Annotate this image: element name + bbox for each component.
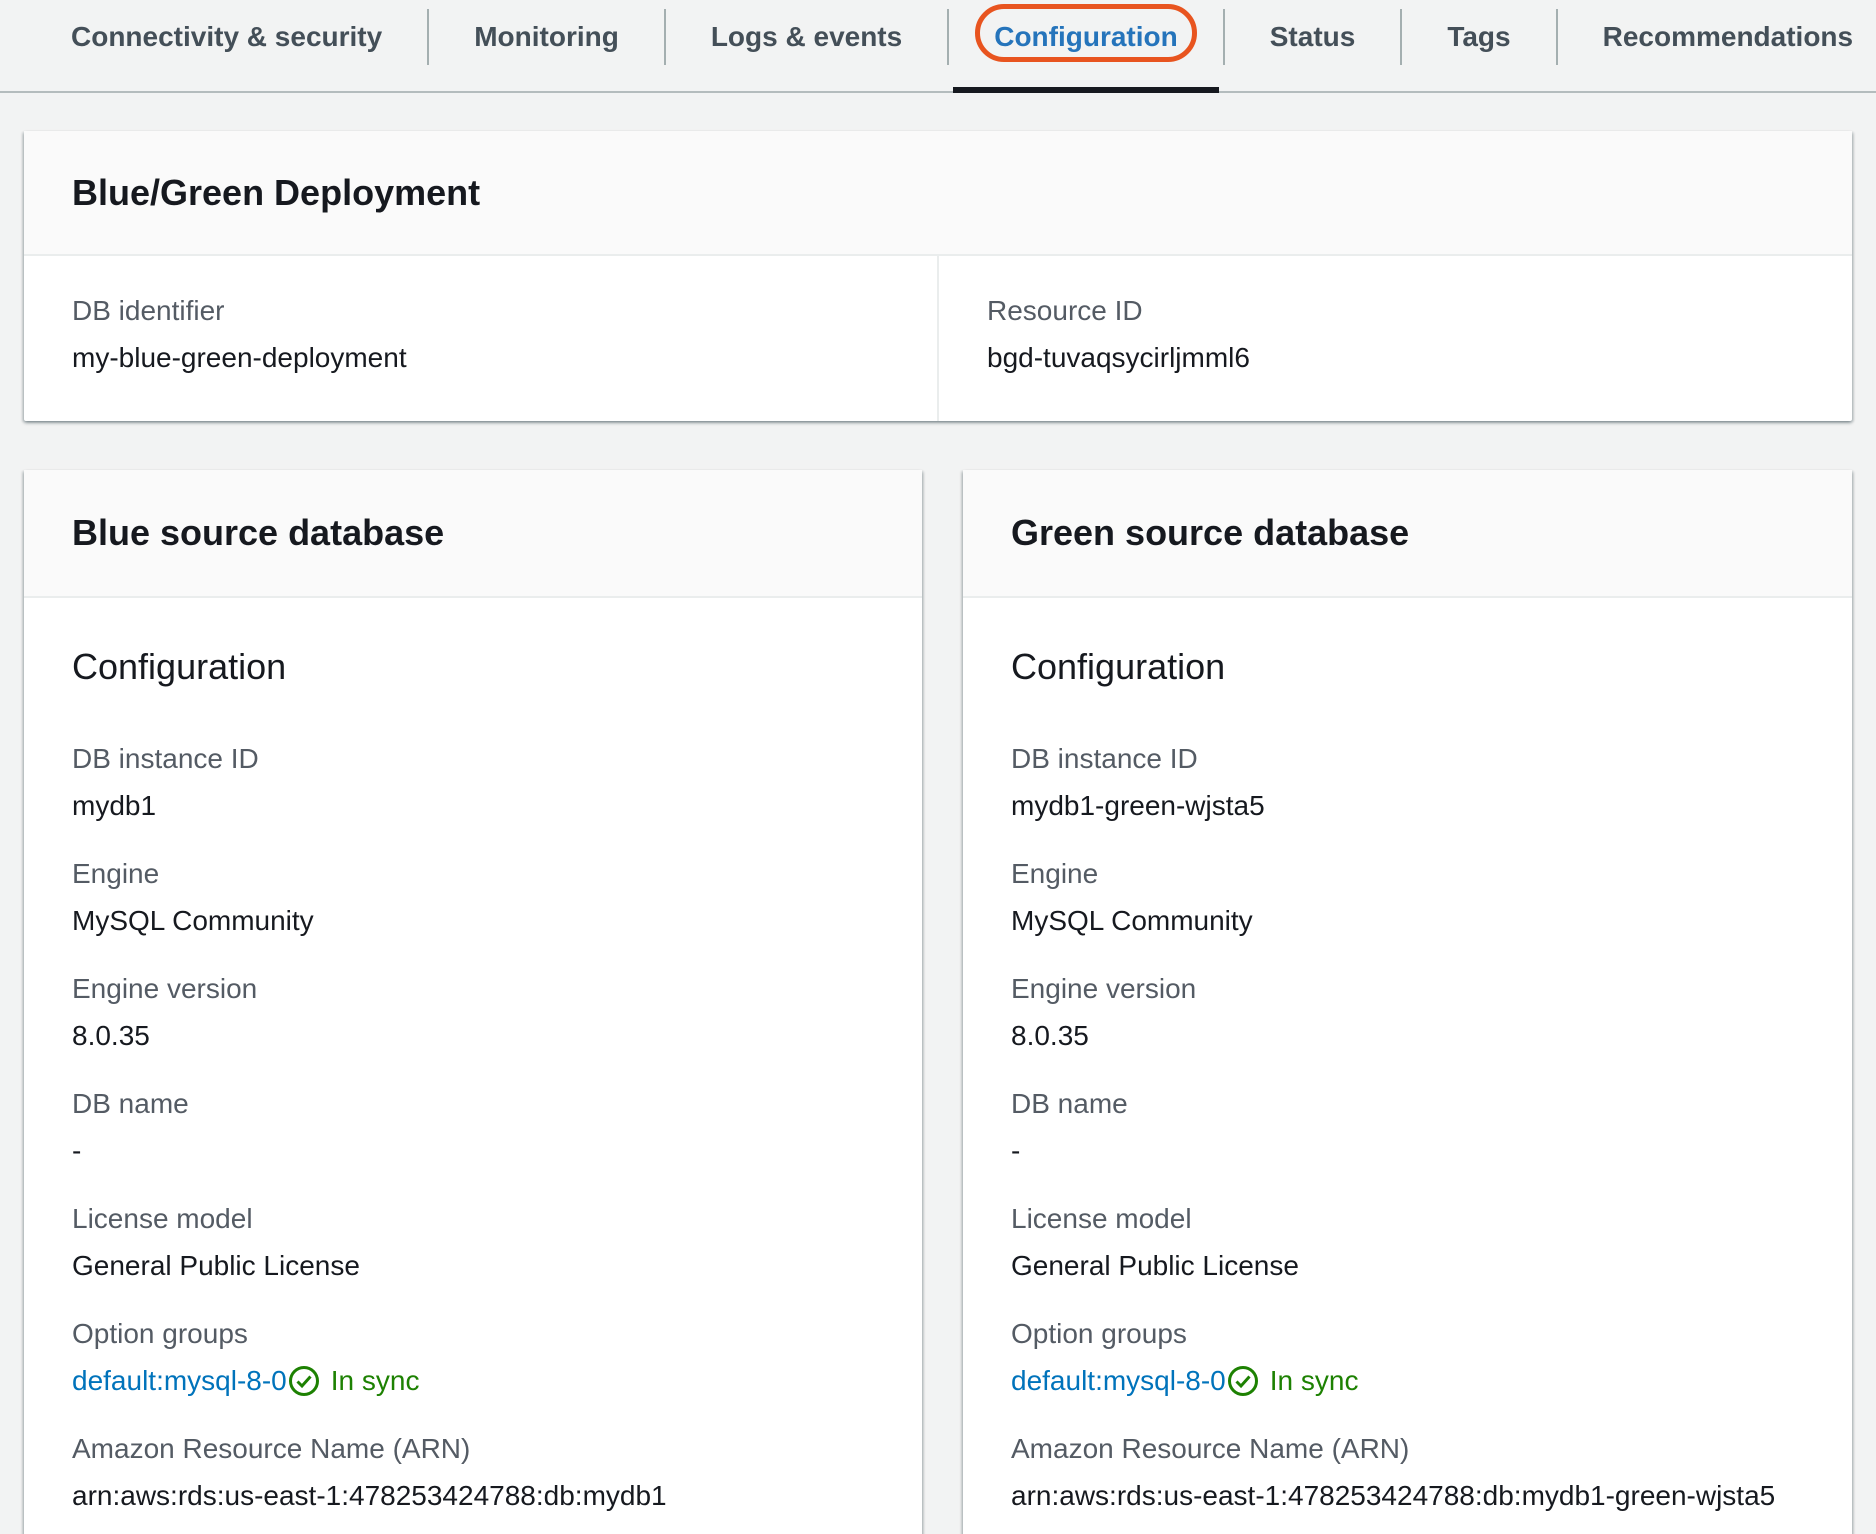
field-value: General Public License: [72, 1249, 874, 1283]
field-label: Option groups: [1011, 1317, 1804, 1351]
tab-recommendations[interactable]: Recommendations: [1558, 0, 1876, 74]
field-label: Amazon Resource Name (ARN): [1011, 1432, 1804, 1466]
field-value: arn:aws:rds:us-east-1:478253424788:db:my…: [1011, 1479, 1804, 1513]
field-label: Engine version: [72, 972, 874, 1006]
deployment-panel: Blue/Green Deployment DB identifier my-b…: [24, 131, 1852, 421]
page-content: Blue/Green Deployment DB identifier my-b…: [0, 131, 1876, 1534]
field-option-groups: Option groups default:mysql-8-0 In sync: [1011, 1317, 1804, 1398]
field-db-identifier: DB identifier my-blue-green-deployment: [72, 294, 889, 375]
field-resource-id: Resource ID bgd-tuvaqsycirljmml6: [987, 294, 1804, 375]
blue-panel-header: Blue source database: [24, 470, 922, 598]
field-label: DB instance ID: [72, 742, 874, 776]
tab-monitoring[interactable]: Monitoring: [429, 0, 664, 74]
field-arn: Amazon Resource Name (ARN) arn:aws:rds:u…: [72, 1432, 874, 1513]
field-label: Option groups: [72, 1317, 874, 1351]
deployment-panel-content: DB identifier my-blue-green-deployment R…: [24, 256, 1852, 421]
field-db-instance-id: DB instance ID mydb1: [72, 742, 874, 823]
field-label: Resource ID: [987, 294, 1804, 328]
field-license-model: License model General Public License: [72, 1202, 874, 1283]
field-label: Engine version: [1011, 972, 1804, 1006]
check-circle-icon: [1226, 1364, 1260, 1398]
check-circle-icon: [287, 1364, 321, 1398]
tab-status[interactable]: Status: [1225, 0, 1401, 74]
deployment-panel-header: Blue/Green Deployment: [24, 131, 1852, 256]
field-label: Amazon Resource Name (ARN): [72, 1432, 874, 1466]
tab-label: Recommendations: [1603, 21, 1854, 53]
field-engine: Engine MySQL Community: [1011, 857, 1804, 938]
tab-label: Connectivity & security: [71, 21, 382, 53]
field-value: mydb1-green-wjsta5: [1011, 789, 1804, 823]
field-value: bgd-tuvaqsycirljmml6: [987, 341, 1804, 375]
field-db-name: DB name -: [72, 1087, 874, 1168]
field-label: License model: [72, 1202, 874, 1236]
configuration-section-title: Configuration: [72, 648, 874, 686]
field-value: -: [1011, 1134, 1804, 1168]
field-value: General Public License: [1011, 1249, 1804, 1283]
field-value: MySQL Community: [72, 904, 874, 938]
tab-connectivity-security[interactable]: Connectivity & security: [26, 0, 427, 74]
in-sync-status: In sync: [1226, 1364, 1359, 1398]
in-sync-label: In sync: [331, 1364, 420, 1398]
tab-label: Tags: [1447, 21, 1510, 53]
green-panel-content: Configuration DB instance ID mydb1-green…: [963, 598, 1852, 1534]
panel-title: Green source database: [1011, 512, 1409, 554]
field-label: DB instance ID: [1011, 742, 1804, 776]
field-value: arn:aws:rds:us-east-1:478253424788:db:my…: [72, 1479, 874, 1513]
green-panel-header: Green source database: [963, 470, 1852, 598]
tab-bar: Connectivity & security Monitoring Logs …: [0, 0, 1876, 93]
panel-title: Blue/Green Deployment: [72, 172, 480, 214]
field-db-instance-id: DB instance ID mydb1-green-wjsta5: [1011, 742, 1804, 823]
field-label: DB name: [1011, 1087, 1804, 1121]
panel-title: Blue source database: [72, 512, 444, 554]
option-group-link[interactable]: default:mysql-8-0: [72, 1365, 287, 1396]
tab-label: Monitoring: [474, 21, 619, 53]
field-value: default:mysql-8-0 In sync: [1011, 1364, 1804, 1398]
field-label: DB name: [72, 1087, 874, 1121]
deployment-column-db-identifier: DB identifier my-blue-green-deployment: [24, 256, 937, 421]
tab-tags[interactable]: Tags: [1402, 0, 1555, 74]
field-license-model: License model General Public License: [1011, 1202, 1804, 1283]
field-value: MySQL Community: [1011, 904, 1804, 938]
field-value: -: [72, 1134, 874, 1168]
field-value: 8.0.35: [72, 1019, 874, 1053]
field-value: 8.0.35: [1011, 1019, 1804, 1053]
blue-panel-content: Configuration DB instance ID mydb1 Engin…: [24, 598, 922, 1534]
field-arn: Amazon Resource Name (ARN) arn:aws:rds:u…: [1011, 1432, 1804, 1513]
field-value: mydb1: [72, 789, 874, 823]
tab-label: Status: [1270, 21, 1356, 53]
tab-label: Configuration: [994, 21, 1178, 53]
option-group-link[interactable]: default:mysql-8-0: [1011, 1365, 1226, 1396]
field-label: DB identifier: [72, 294, 889, 328]
field-engine-version: Engine version 8.0.35: [1011, 972, 1804, 1053]
blue-source-database-panel: Blue source database Configuration DB in…: [24, 470, 922, 1534]
field-value: my-blue-green-deployment: [72, 341, 889, 375]
in-sync-status: In sync: [287, 1364, 420, 1398]
field-engine: Engine MySQL Community: [72, 857, 874, 938]
tab-logs-events[interactable]: Logs & events: [666, 0, 947, 74]
field-label: License model: [1011, 1202, 1804, 1236]
source-databases-row: Blue source database Configuration DB in…: [24, 470, 1852, 1534]
in-sync-label: In sync: [1270, 1364, 1359, 1398]
field-db-name: DB name -: [1011, 1087, 1804, 1168]
field-label: Engine: [72, 857, 874, 891]
field-engine-version: Engine version 8.0.35: [72, 972, 874, 1053]
field-option-groups: Option groups default:mysql-8-0 In sync: [72, 1317, 874, 1398]
tab-label: Logs & events: [711, 21, 902, 53]
field-value: default:mysql-8-0 In sync: [72, 1364, 874, 1398]
configuration-section-title: Configuration: [1011, 648, 1804, 686]
green-source-database-panel: Green source database Configuration DB i…: [963, 470, 1852, 1534]
field-label: Engine: [1011, 857, 1804, 891]
tab-configuration[interactable]: Configuration: [949, 0, 1223, 74]
deployment-column-resource-id: Resource ID bgd-tuvaqsycirljmml6: [937, 256, 1852, 421]
